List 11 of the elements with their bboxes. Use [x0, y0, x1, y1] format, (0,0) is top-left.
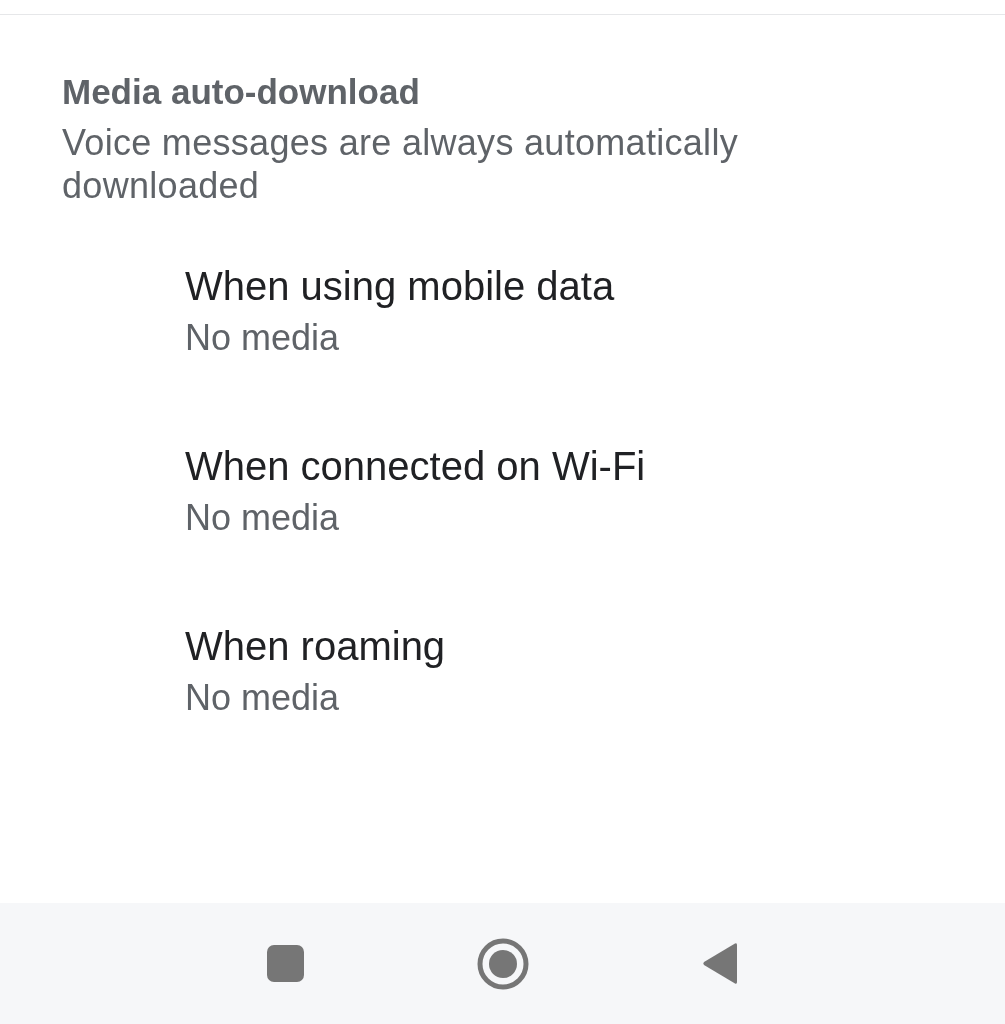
- section-description: Voice messages are always automatically downloaded: [62, 121, 739, 207]
- section-title: Media auto-download: [62, 72, 420, 112]
- home-icon[interactable]: [476, 937, 529, 990]
- option-title[interactable]: When roaming: [185, 624, 446, 668]
- option-title[interactable]: When using mobile data: [185, 264, 615, 308]
- option-value: No media: [185, 316, 340, 360]
- back-icon[interactable]: [701, 942, 738, 985]
- option-title[interactable]: When connected on Wi-Fi: [185, 444, 646, 488]
- option-value: No media: [185, 496, 340, 540]
- option-value: No media: [185, 676, 340, 720]
- square-icon[interactable]: [267, 945, 304, 982]
